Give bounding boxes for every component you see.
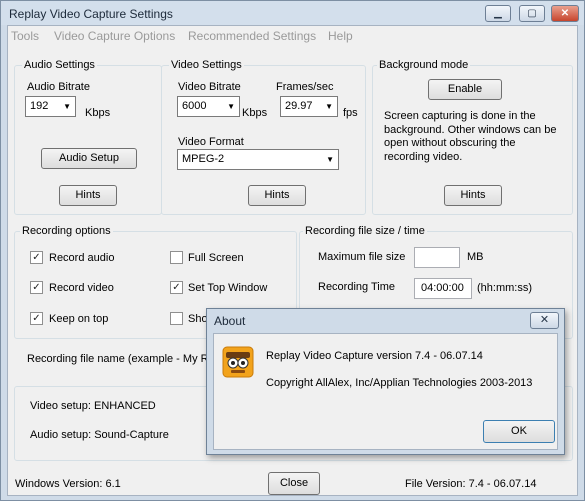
recording-time-unit: (hh:mm:ss): [477, 282, 532, 294]
video-setup-status: Video setup: ENHANCED: [30, 400, 156, 412]
max-file-size-unit: MB: [467, 251, 484, 263]
audio-settings-label: Audio Settings: [22, 59, 97, 71]
maximize-button[interactable]: ▢: [519, 5, 545, 22]
fps-unit: fps: [343, 107, 358, 119]
keep-on-top-checkbox[interactable]: ✓: [30, 312, 43, 325]
menu-bar: Tools Video Capture Options Recommended …: [8, 26, 577, 46]
keep-on-top-label: Keep on top: [49, 313, 109, 325]
full-screen-label: Full Screen: [188, 252, 244, 264]
audio-hints-button[interactable]: Hints: [59, 185, 117, 206]
windows-version-text: Windows Version: 6.1: [15, 478, 121, 490]
window-title: Replay Video Capture Settings: [9, 7, 173, 21]
chevron-down-icon: ▼: [63, 102, 71, 111]
audio-bitrate-select[interactable]: 192 ▼: [25, 96, 76, 117]
about-ok-button[interactable]: OK: [483, 420, 555, 443]
menu-tools[interactable]: Tools: [11, 29, 39, 43]
menu-help[interactable]: Help: [328, 29, 353, 43]
about-title: About: [214, 314, 246, 328]
record-audio-checkbox[interactable]: ✓: [30, 251, 43, 264]
about-copyright-text: Copyright AllAlex, Inc/Applian Technolog…: [266, 377, 533, 389]
audio-setup-status: Audio setup: Sound-Capture: [30, 429, 169, 441]
title-bar[interactable]: Replay Video Capture Settings ▁ ▢ ✕: [1, 1, 584, 25]
about-dialog: About ✕ Replay Video Capture version 7.4…: [206, 308, 565, 455]
video-bitrate-label: Video Bitrate: [178, 81, 241, 93]
video-bitrate-unit: Kbps: [242, 107, 268, 119]
fps-select[interactable]: 29.97 ▼: [280, 96, 338, 117]
recording-time-label: Recording Time: [318, 281, 396, 293]
minimize-button[interactable]: ▁: [485, 5, 511, 22]
audio-setup-button[interactable]: Audio Setup: [41, 148, 137, 169]
background-hints-button[interactable]: Hints: [444, 185, 502, 206]
file-size-group-label: Recording file size / time: [303, 225, 427, 237]
fps-label: Frames/sec: [276, 81, 334, 93]
about-close-button[interactable]: ✕: [530, 312, 559, 329]
menu-recommended-settings[interactable]: Recommended Settings: [188, 29, 316, 43]
show-checkbox[interactable]: [170, 312, 183, 325]
record-audio-label: Record audio: [49, 252, 115, 264]
background-description: Screen capturing is done in the backgrou…: [384, 110, 557, 163]
record-video-label: Record video: [49, 282, 114, 294]
about-version-text: Replay Video Capture version 7.4 - 06.07…: [266, 350, 483, 362]
set-top-window-checkbox[interactable]: ✓: [170, 281, 183, 294]
recording-filename-label: Recording file name (example - My R: [27, 353, 209, 365]
video-format-select[interactable]: MPEG-2 ▼: [177, 149, 339, 170]
audio-bitrate-unit: Kbps: [85, 107, 111, 119]
chevron-down-icon: ▼: [325, 102, 333, 111]
audio-bitrate-label: Audio Bitrate: [27, 81, 90, 93]
close-button[interactable]: Close: [268, 472, 320, 495]
app-logo-icon: [222, 346, 254, 378]
settings-window: Replay Video Capture Settings ▁ ▢ ✕ Tool…: [0, 0, 585, 501]
record-video-checkbox[interactable]: ✓: [30, 281, 43, 294]
max-file-size-label: Maximum file size: [318, 251, 406, 263]
video-settings-label: Video Settings: [169, 59, 244, 71]
enable-background-button[interactable]: Enable: [428, 79, 502, 100]
menu-video-capture-options[interactable]: Video Capture Options: [54, 29, 175, 43]
window-close-button[interactable]: ✕: [551, 5, 579, 22]
background-mode-label: Background mode: [377, 59, 471, 71]
video-bitrate-select[interactable]: 6000 ▼: [177, 96, 240, 117]
set-top-window-label: Set Top Window: [188, 282, 268, 294]
chevron-down-icon: ▼: [326, 155, 334, 164]
chevron-down-icon: ▼: [227, 102, 235, 111]
recording-time-input[interactable]: 04:00:00: [414, 278, 472, 299]
recording-options-label: Recording options: [20, 225, 113, 237]
video-format-label: Video Format: [178, 136, 244, 148]
max-file-size-input[interactable]: [414, 247, 460, 268]
show-label: Sho: [188, 313, 208, 325]
video-hints-button[interactable]: Hints: [248, 185, 306, 206]
file-version-text: File Version: 7.4 - 06.07.14: [405, 478, 537, 490]
about-client: Replay Video Capture version 7.4 - 06.07…: [213, 333, 558, 450]
full-screen-checkbox[interactable]: [170, 251, 183, 264]
